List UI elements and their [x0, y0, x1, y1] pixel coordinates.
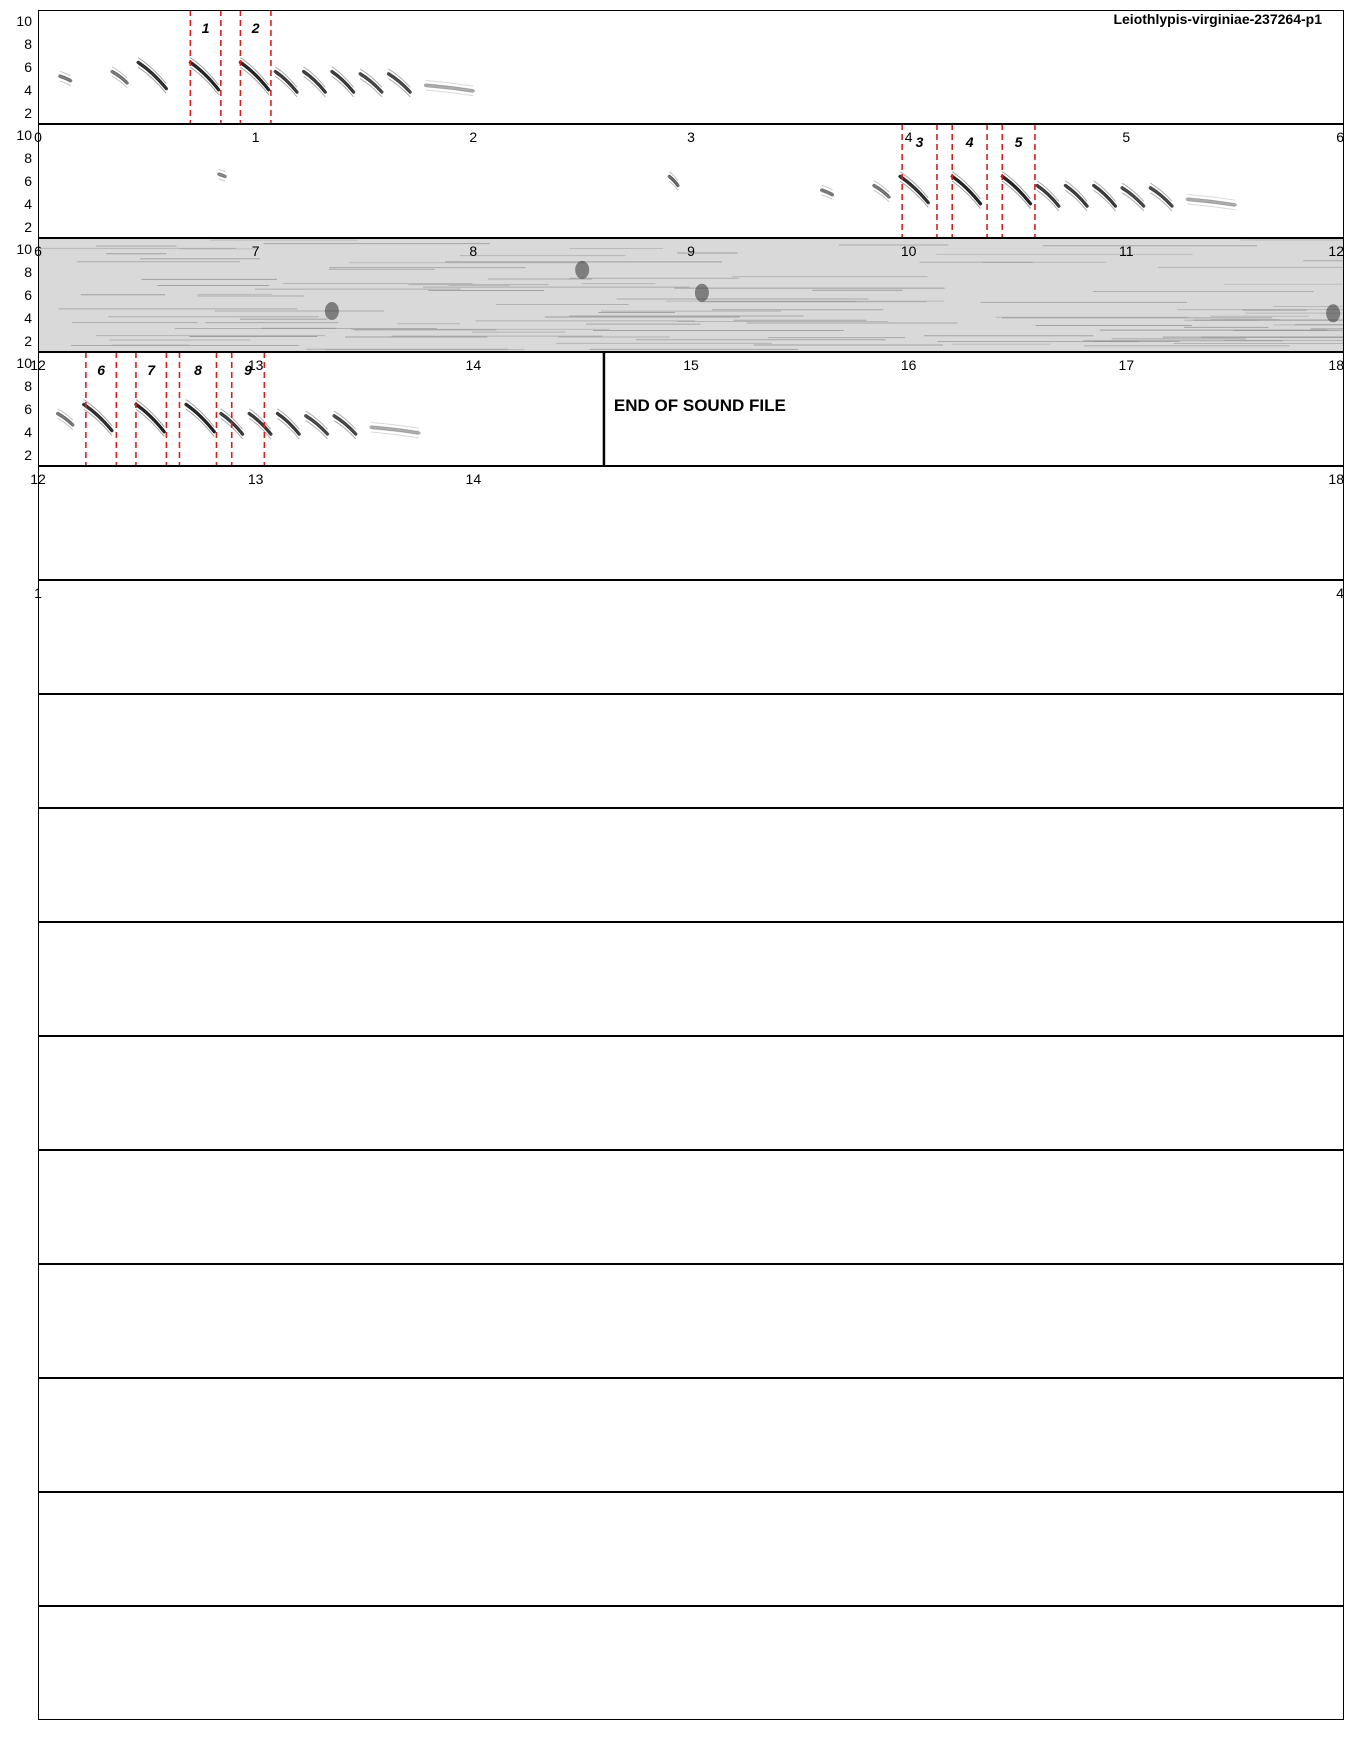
spectrogram-panel [38, 352, 1344, 466]
y-tick-label: 4 [24, 423, 32, 440]
spectrogram-panel [38, 1378, 1344, 1492]
selection-label: 6 [97, 362, 106, 378]
y-tick-label: 4 [24, 309, 32, 326]
y-tick-label: 10 [16, 355, 32, 372]
spectrogram-sheet: Leiothlypis-virginiae-237264-p1 END OF S… [0, 0, 1360, 1760]
selection-label: 2 [251, 20, 260, 36]
y-tick-label: 4 [24, 195, 32, 212]
y-tick-label: 10 [16, 241, 32, 258]
y-tick-label: 8 [24, 36, 32, 53]
y-tick-label: 6 [24, 59, 32, 75]
selection-label: 4 [965, 134, 974, 150]
selection-label: 7 [147, 362, 156, 378]
spectrogram-panel [38, 1492, 1344, 1606]
spectrogram-panel [38, 922, 1344, 1036]
y-tick-label: 6 [24, 287, 32, 303]
y-tick-label: 6 [24, 173, 32, 189]
spectrogram-panel [38, 1264, 1344, 1378]
spectrogram-panel [38, 238, 1344, 352]
y-tick-label: 8 [24, 150, 32, 167]
y-tick-label: 8 [24, 264, 32, 281]
spectrogram-panel [38, 466, 1344, 580]
y-tick-label: 2 [24, 332, 32, 349]
y-tick-label: 10 [16, 127, 32, 144]
y-tick-label: 8 [24, 378, 32, 395]
selection-label: 1 [201, 20, 210, 36]
spectrogram-panel [38, 580, 1344, 694]
selection-label: 8 [194, 362, 202, 378]
spectrogram-panel [38, 808, 1344, 922]
spectrogram-panel [38, 124, 1344, 238]
spectrogram-panel [38, 1036, 1344, 1150]
spectrogram-panel [38, 1150, 1344, 1264]
selection-label: 9 [244, 362, 252, 378]
y-tick-label: 2 [24, 104, 32, 121]
selection-label: 5 [1014, 134, 1023, 150]
spectrogram-panel [38, 1606, 1344, 1720]
selection-label: 3 [915, 134, 924, 150]
y-tick-label: 2 [24, 218, 32, 235]
spectrogram-panel [38, 694, 1344, 808]
y-tick-label: 10 [16, 13, 32, 30]
y-tick-label: 2 [24, 446, 32, 463]
y-tick-label: 6 [24, 401, 32, 417]
y-tick-label: 4 [24, 81, 32, 98]
spectrogram-panel [38, 10, 1344, 124]
